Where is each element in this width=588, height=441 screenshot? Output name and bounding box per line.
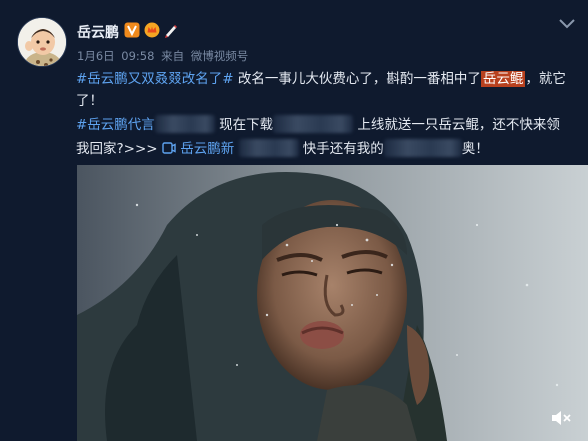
source-prefix: 来自	[161, 49, 185, 63]
author-name[interactable]: 岳云鹏	[77, 22, 119, 42]
blurred-text	[383, 139, 462, 157]
topic-hashtag-endorse[interactable]: #岳云鹏代言	[76, 117, 155, 133]
highlight-name: 岳云鲲	[480, 71, 526, 87]
post-source[interactable]: 微博视频号	[191, 49, 249, 63]
vip-crown-icon[interactable]	[144, 22, 160, 38]
post-time[interactable]: 09:58	[121, 49, 154, 63]
text-segment: 我回家?>>>	[76, 141, 158, 157]
post-meta: 1月6日 09:58 来自 微博视频号	[77, 48, 251, 64]
pen-icon[interactable]	[163, 22, 179, 38]
text-segment: 上线就送一只岳云鲲，还不快来领	[357, 117, 560, 133]
blurred-text	[154, 115, 215, 133]
text-line-2: 了！	[76, 90, 103, 112]
text-segment: 快手还有我的	[302, 141, 384, 157]
blurred-text	[273, 115, 354, 133]
weibo-post: 岳云鹏 1月6日 09:58 来自 微博视频号 #岳云鹏又双叒叕改名了# 改名一…	[0, 0, 588, 441]
baby-avatar-icon	[18, 18, 66, 66]
author-avatar[interactable]	[17, 17, 67, 67]
text-line-3: #岳云鹏代言 现在下载 上线就送一只岳云鲲，还不快来领	[76, 114, 560, 136]
video-link-icon	[162, 142, 176, 154]
text-line-1: #岳云鹏又双叒叕改名了# 改名一事儿大伙费心了，斟酌一番相中了 岳云鲲 ，就它	[76, 68, 566, 90]
video-link-label[interactable]: 岳云鹏新	[180, 141, 234, 157]
text-segment: 了！	[76, 93, 103, 109]
video-frame	[77, 165, 588, 441]
chevron-down-icon[interactable]	[558, 18, 576, 30]
text-segment: 改名一事儿大伙费心了，斟酌一番相中了	[237, 71, 481, 87]
video-link[interactable]: 岳云鹏新	[162, 141, 239, 157]
text-segment: ，就它	[525, 71, 566, 87]
verified-v-icon[interactable]	[124, 22, 140, 38]
topic-hashtag-rename[interactable]: #岳云鹏又双叒叕改名了#	[76, 71, 234, 87]
text-line-4: 我回家?>>> 岳云鹏新 快手还有我的 奥！	[76, 138, 489, 160]
text-segment: 奥！	[461, 141, 489, 157]
post-date[interactable]: 1月6日	[77, 49, 115, 63]
blurred-text	[238, 139, 299, 157]
text-segment: 现在下载	[219, 117, 274, 133]
speaker-mute-icon[interactable]	[550, 408, 572, 428]
video-player[interactable]	[77, 165, 588, 441]
